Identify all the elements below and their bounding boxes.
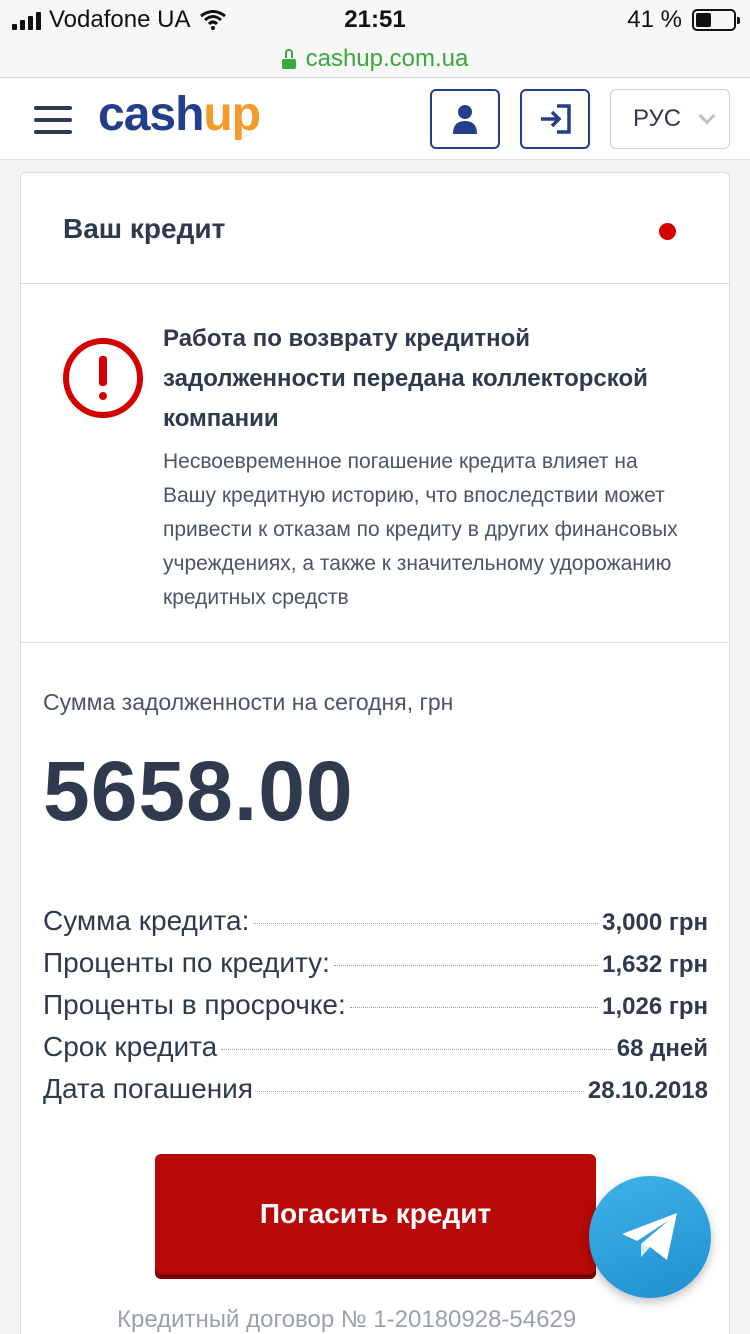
menu-icon[interactable] bbox=[34, 106, 72, 134]
detail-row: Дата погашения 28.10.2018 bbox=[43, 1073, 708, 1115]
logo-part-up: up bbox=[203, 88, 261, 141]
detail-label: Сумма кредита: bbox=[43, 905, 250, 936]
dotted-leader bbox=[349, 1007, 599, 1008]
language-select[interactable]: РУС bbox=[610, 89, 730, 149]
pay-credit-button[interactable]: Погасить кредит bbox=[155, 1154, 596, 1274]
credit-card-panel: Ваш кредит Работа по возврату кредитной … bbox=[20, 172, 730, 1334]
detail-label: Проценты по кредиту: bbox=[43, 947, 330, 978]
detail-label: Проценты в просрочке: bbox=[43, 989, 346, 1020]
profile-button[interactable] bbox=[430, 89, 500, 149]
chevron-down-icon bbox=[698, 107, 716, 125]
detail-label: Дата погашения bbox=[43, 1073, 253, 1104]
status-right: 41 % bbox=[627, 6, 740, 34]
detail-value: 3,000 грн bbox=[602, 909, 708, 936]
language-value: РУС bbox=[633, 105, 682, 132]
detail-row: Проценты в просрочке: 1,026 грн bbox=[43, 989, 708, 1031]
credit-details: Сумма кредита: 3,000 грн Проценты по кре… bbox=[43, 905, 708, 1115]
sign-in-icon bbox=[541, 104, 571, 134]
lock-icon bbox=[281, 48, 296, 69]
card-header: Ваш кредит bbox=[21, 173, 729, 284]
url-text: cashup.com.ua bbox=[305, 44, 469, 72]
url-bar[interactable]: cashup.com.ua bbox=[0, 40, 750, 78]
status-dot-icon bbox=[659, 223, 676, 240]
battery-percent: 41 % bbox=[627, 6, 682, 33]
detail-value: 1,632 грн bbox=[602, 951, 708, 978]
alert-text: Несвоевременное погашение кредита влияет… bbox=[163, 450, 678, 609]
site-header: cashup РУС bbox=[0, 79, 750, 160]
logo-part-cash: cash bbox=[98, 88, 204, 141]
collector-alert: Работа по возврату кредитной задолженнос… bbox=[21, 285, 729, 643]
detail-row: Срок кредита 68 дней bbox=[43, 1031, 708, 1073]
detail-value: 1,026 грн bbox=[602, 993, 708, 1020]
dotted-leader bbox=[253, 923, 599, 924]
dotted-leader bbox=[257, 1091, 584, 1092]
dotted-leader bbox=[221, 1049, 613, 1050]
battery-icon bbox=[692, 9, 740, 31]
card-title: Ваш кредит bbox=[63, 213, 226, 244]
user-icon bbox=[453, 105, 477, 134]
telegram-button[interactable] bbox=[589, 1176, 711, 1298]
logo[interactable]: cashup bbox=[98, 87, 261, 142]
telegram-icon bbox=[622, 1213, 677, 1260]
status-bar: Vodafone UA 21:51 41 % bbox=[0, 0, 750, 40]
exclamation-icon bbox=[63, 338, 143, 418]
detail-value: 28.10.2018 bbox=[587, 1077, 708, 1104]
debt-label: Сумма задолженности на сегодня, грн bbox=[43, 689, 454, 715]
detail-row: Проценты по кредиту: 1,632 грн bbox=[43, 947, 708, 989]
contract-number: Кредитный договор № 1-20180928-54629 bbox=[117, 1306, 577, 1333]
dotted-leader bbox=[333, 965, 599, 966]
login-button[interactable] bbox=[520, 89, 590, 149]
debt-amount: 5658.00 bbox=[43, 744, 354, 838]
detail-row: Сумма кредита: 3,000 грн bbox=[43, 905, 708, 947]
detail-value: 68 дней bbox=[616, 1035, 708, 1062]
detail-label: Срок кредита bbox=[43, 1031, 218, 1062]
alert-title: Работа по возврату кредитной задолженнос… bbox=[163, 325, 648, 432]
